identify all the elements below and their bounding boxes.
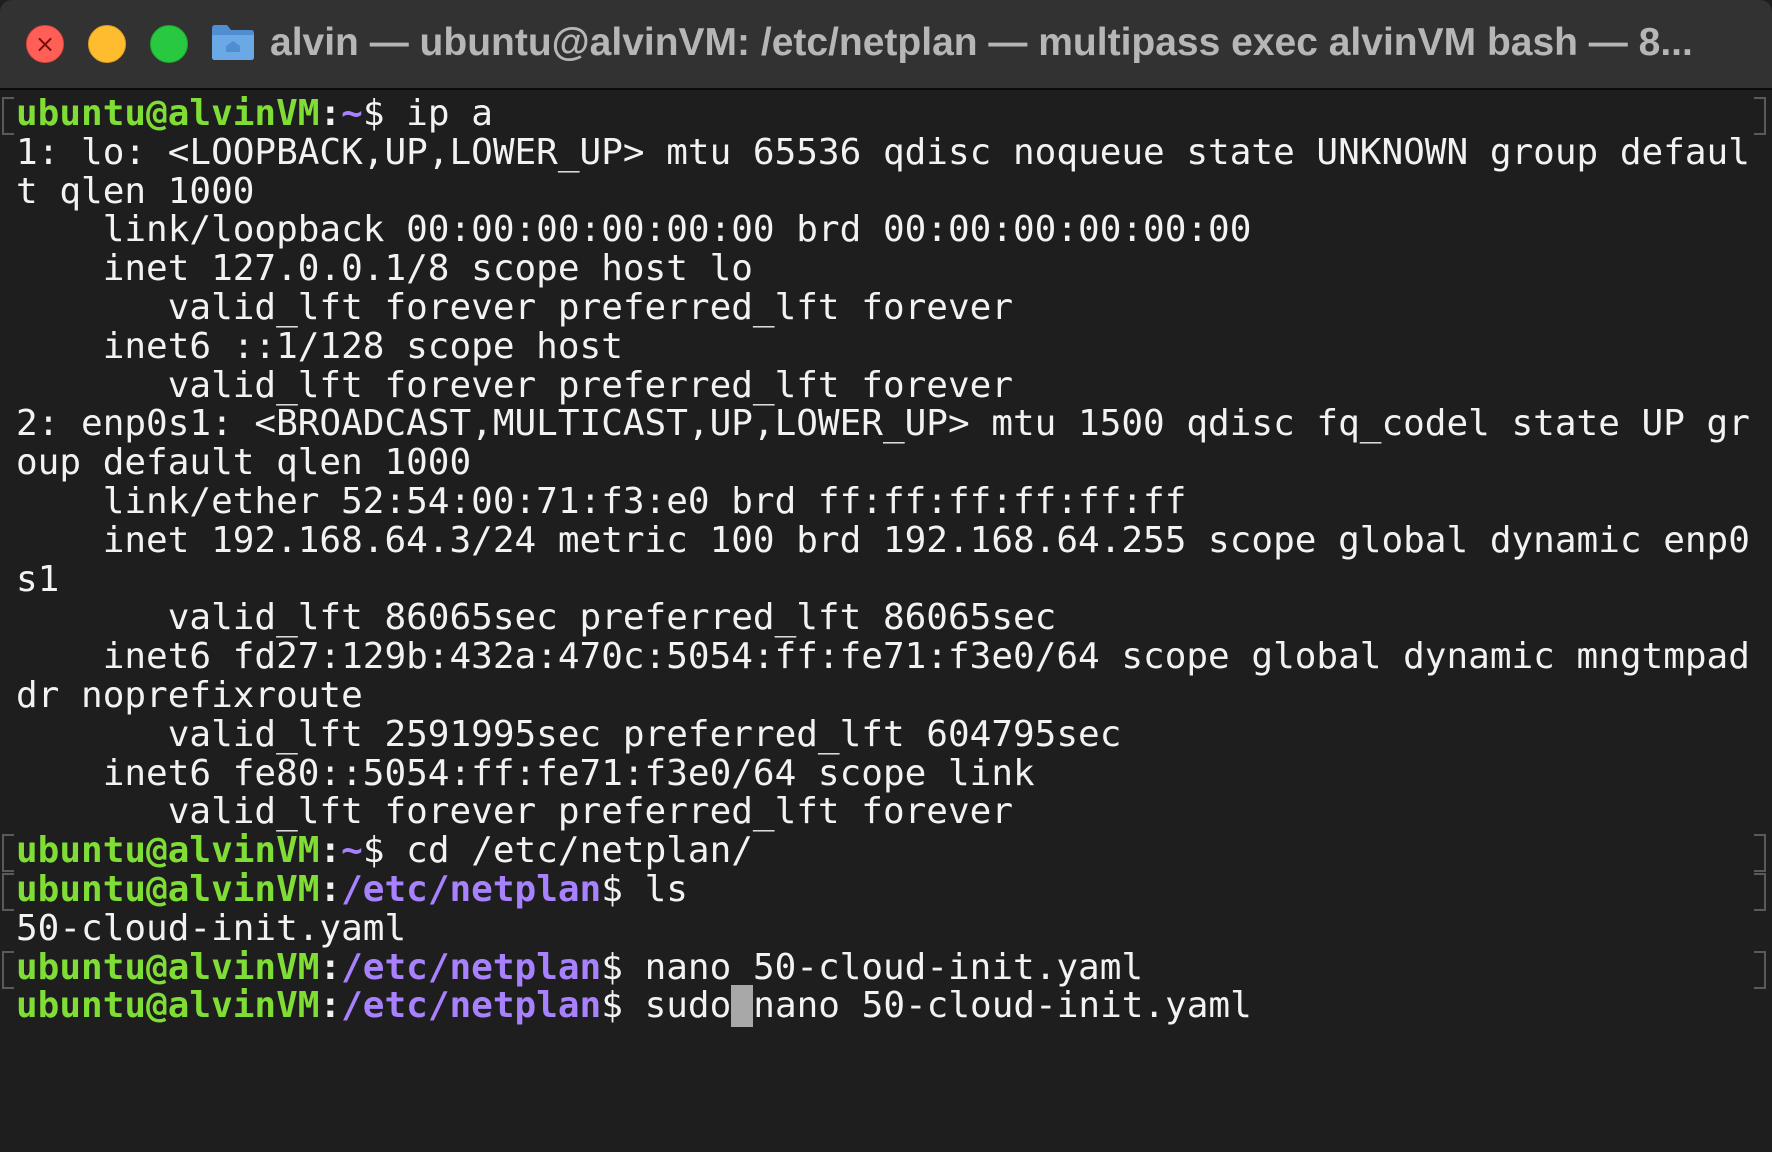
output-line: 50-cloud-init.yaml bbox=[16, 907, 407, 949]
text-cursor bbox=[731, 985, 754, 1028]
prompt-line: ubuntu@alvinVM:~$ cd /etc/netplan/ bbox=[16, 829, 753, 873]
output-line: inet6 fe80::5054:ff:fe71:f3e0/64 scope l… bbox=[16, 752, 1035, 794]
minimize-button[interactable] bbox=[88, 25, 126, 63]
terminal-window: × alvin — ubuntu@alvinVM: /etc/netplan —… bbox=[0, 0, 1772, 1152]
folder-icon bbox=[212, 25, 254, 60]
prompt-sigil: $ bbox=[362, 93, 407, 134]
mark-left bbox=[2, 873, 14, 911]
output-line: t qlen 1000 bbox=[16, 170, 255, 212]
mark-right bbox=[1754, 950, 1766, 989]
prompt-separator: : bbox=[319, 830, 342, 872]
window-title: alvin — ubuntu@alvinVM: /etc/netplan — m… bbox=[270, 21, 1693, 64]
prompt-separator: : bbox=[319, 93, 342, 134]
mark-left bbox=[2, 950, 14, 989]
prompt-path: ~ bbox=[341, 93, 363, 134]
title-bar[interactable]: × alvin — ubuntu@alvinVM: /etc/netplan —… bbox=[0, 0, 1772, 90]
output-line: inet6 ::1/128 scope host bbox=[16, 325, 623, 367]
prompt-path: ~ bbox=[341, 830, 363, 872]
prompt-path: /etc/netplan bbox=[341, 869, 602, 910]
output-line: inet6 fd27:129b:432a:470c:5054:ff:fe71:f… bbox=[16, 636, 1750, 678]
output-line: 2: enp0s1: <BROADCAST,MULTICAST,UP,LOWER… bbox=[16, 403, 1750, 445]
output-line: valid_lft 86065sec preferred_lft 86065se… bbox=[16, 597, 1057, 639]
terminal-output[interactable]: ubuntu@alvinVM:~$ ip a 1: lo: <LOOPBACK,U… bbox=[0, 90, 1772, 1152]
output-line: valid_lft forever preferred_lft forever bbox=[16, 791, 1013, 833]
prompt-separator: : bbox=[319, 869, 342, 910]
prompt-path: /etc/netplan bbox=[341, 946, 602, 988]
prompt-line: ubuntu@alvinVM:/etc/netplan$ ls bbox=[16, 868, 688, 912]
output-line: oup default qlen 1000 bbox=[16, 442, 472, 484]
mark-right bbox=[1754, 97, 1766, 135]
command-text: nano 50-cloud-init.yaml bbox=[644, 946, 1144, 988]
close-icon: × bbox=[34, 30, 56, 58]
output-line: link/ether 52:54:00:71:f3:e0 brd ff:ff:f… bbox=[16, 481, 1187, 522]
output-line: inet 127.0.0.1/8 scope host lo bbox=[16, 248, 753, 290]
output-line: valid_lft forever preferred_lft forever bbox=[16, 364, 1013, 406]
prompt-path: /etc/netplan bbox=[341, 985, 602, 1027]
output-line: s1 bbox=[16, 558, 60, 600]
prompt-sigil: $ bbox=[601, 946, 645, 988]
output-line: 1: lo: <LOOPBACK,UP,LOWER_UP> mtu 65536 … bbox=[16, 131, 1750, 173]
prompt-user: ubuntu@alvinVM bbox=[16, 830, 320, 872]
close-button[interactable]: × bbox=[26, 25, 64, 63]
command-text: cd /etc/netplan/ bbox=[406, 830, 753, 872]
prompt-sigil: $ bbox=[362, 830, 407, 872]
prompt-line: ubuntu@alvinVM:~$ ip a bbox=[16, 92, 493, 136]
output-line: valid_lft forever preferred_lft forever bbox=[16, 287, 1013, 328]
mark-right bbox=[1754, 834, 1766, 873]
prompt-separator: : bbox=[319, 985, 342, 1027]
prompt-sigil: $ bbox=[601, 869, 645, 910]
zoom-button[interactable] bbox=[150, 25, 188, 63]
prompt-user: ubuntu@alvinVM bbox=[16, 93, 320, 134]
output-line: inet 192.168.64.3/24 metric 100 brd 192.… bbox=[16, 519, 1750, 561]
prompt-separator: : bbox=[319, 946, 342, 988]
prompt-line: ubuntu@alvinVM:/etc/netplan$ nano 50-clo… bbox=[16, 946, 1143, 990]
command-text: sudo bbox=[644, 985, 732, 1027]
output-line: valid_lft 2591995sec preferred_lft 60479… bbox=[16, 713, 1122, 755]
command-text: ls bbox=[644, 869, 688, 910]
output-line: link/loopback 00:00:00:00:00:00 brd 00:0… bbox=[16, 209, 1252, 251]
prompt-user: ubuntu@alvinVM bbox=[16, 869, 320, 910]
prompt-user: ubuntu@alvinVM bbox=[16, 946, 320, 988]
mark-left bbox=[2, 834, 14, 873]
command-text: nano 50-cloud-init.yaml bbox=[753, 985, 1252, 1027]
mark-left bbox=[2, 97, 14, 135]
prompt-user: ubuntu@alvinVM bbox=[16, 985, 320, 1027]
prompt-sigil: $ bbox=[601, 985, 645, 1027]
active-prompt-line: ubuntu@alvinVM:/etc/netplan$ sudo nano 50… bbox=[16, 984, 1252, 1028]
command-text: ip a bbox=[406, 93, 493, 134]
mark-right bbox=[1754, 873, 1766, 911]
output-line: dr noprefixroute bbox=[16, 675, 363, 716]
